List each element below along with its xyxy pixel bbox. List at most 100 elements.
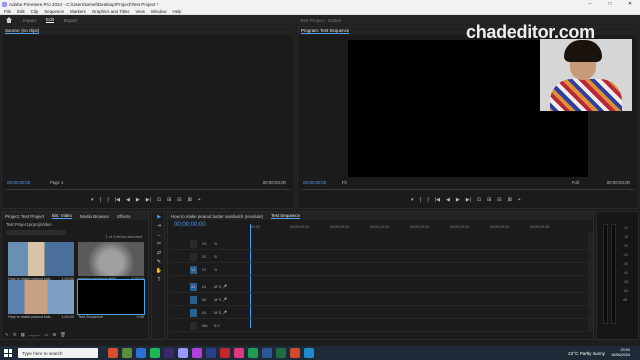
program-add-marker-icon[interactable]: ▾ [411,197,414,203]
program-export-frame-icon[interactable]: ⊟ [497,197,501,203]
weather-widget[interactable]: 22°C Partly sunny [568,351,605,356]
play-icon[interactable]: ▶ [136,197,140,203]
taskbar-app-icon[interactable] [164,348,174,358]
menu-clip[interactable]: Clip [31,9,39,14]
menu-window[interactable]: Window [151,9,167,14]
type-tool-icon[interactable]: T [154,276,164,284]
icon-view-icon[interactable]: ▦ [21,332,25,338]
menu-graphics[interactable]: Graphics and Titles [92,9,130,14]
taskbar-app-icon[interactable] [178,348,188,358]
timeline-timecode[interactable]: 00;00;00;00 [174,222,206,228]
taskbar-app-icon[interactable] [220,348,230,358]
taskbar-app-icon[interactable] [304,348,314,358]
list-view-icon[interactable]: ☰ [13,332,17,338]
razor-tool-icon[interactable]: ✂ [154,240,164,248]
program-monitor-tab[interactable]: Program: Test Sequence [301,28,350,34]
go-to-in-icon[interactable]: |◀ [115,197,120,203]
taskbar-app-icon[interactable] [290,348,300,358]
taskbar-app-icon[interactable] [136,348,146,358]
program-timecode-in[interactable]: 00;00;00;00 [303,180,326,185]
taskbar-app-icon[interactable] [206,348,216,358]
tab-project[interactable]: Project: Test Project [5,214,44,219]
mute-solo-mic-icons[interactable]: M S 🎤 [214,297,227,302]
eye-icon[interactable]: ⊙ [214,267,217,272]
timeline-ruler[interactable]: :00:00 00;00;04;29 00;00;09;29 00;00;14;… [250,225,590,231]
ripple-edit-tool-icon[interactable]: ↔ [154,231,164,239]
mark-in-icon[interactable]: { [100,197,102,203]
track-v3[interactable]: V3 ⊙ [170,238,590,250]
mix-volume[interactable]: 0.0 [214,323,220,328]
track-select-tool-icon[interactable]: ⇥ [154,222,164,230]
tab-export[interactable]: Export [64,18,77,23]
source-patch-v2[interactable] [190,252,197,261]
taskbar-app-icon[interactable] [248,348,258,358]
tab-bin-video[interactable]: Bin: Video [51,213,72,219]
menu-sequence[interactable]: Sequence [44,9,64,14]
tab-edit[interactable]: Edit [46,17,54,23]
overwrite-icon[interactable]: ⊞ [167,197,171,203]
write-protect-icon[interactable]: ✎ [5,332,9,338]
tab-import[interactable]: Import [23,18,36,23]
timeline-tab-clip[interactable]: How to make peanut butter sandwich (reso… [171,214,263,219]
eye-icon[interactable]: ⊙ [214,241,217,246]
new-bin-icon[interactable]: ▭ [44,332,48,338]
program-quality-select[interactable]: Full [572,180,579,185]
taskbar-app-icon[interactable] [234,348,244,358]
program-time-ruler[interactable] [302,187,634,190]
track-a3[interactable]: A3 M S 🎤 [170,307,590,319]
pen-tool-icon[interactable]: ✎ [154,258,164,266]
menu-help[interactable]: Help [173,9,182,14]
zoom-slider[interactable]: —○— [29,333,40,338]
source-patch-v3[interactable] [190,239,197,248]
program-step-back-icon[interactable]: ◀ [446,197,450,203]
menu-markers[interactable]: Markers [70,9,86,14]
program-mark-out-icon[interactable]: } [427,197,429,203]
home-icon[interactable] [5,17,13,23]
timeline-tab-sequence[interactable]: Test Sequence [271,213,301,219]
step-back-icon[interactable]: ◀ [126,197,130,203]
timeline-vertical-scrollbar[interactable] [588,232,593,332]
hand-tool-icon[interactable]: ✋ [154,267,164,275]
source-monitor-tab[interactable]: Source: (no clips) [5,28,40,34]
close-button[interactable]: ✕ [620,1,640,7]
taskbar-app-icon[interactable] [276,348,286,358]
mute-solo-mic-icons[interactable]: M S 🎤 [214,310,227,315]
insert-icon[interactable]: ⊡ [157,197,161,203]
source-timecode-in[interactable]: 00;00;00;00 [7,180,30,185]
source-patch-a3[interactable] [190,308,197,317]
selection-tool-icon[interactable]: ▶ [154,213,164,221]
windows-start-icon[interactable] [4,349,12,357]
program-go-to-out-icon[interactable]: ▶| [466,197,471,203]
program-add-button-icon[interactable]: + [518,197,521,203]
lift-icon[interactable]: ⊡ [477,197,481,203]
menu-file[interactable]: File [4,9,11,14]
comparison-view-icon[interactable]: ⊠ [508,197,512,203]
eye-icon[interactable]: ⊙ [214,254,217,259]
tab-media-browser[interactable]: Media Browser [80,214,109,219]
source-patch-a1[interactable]: A1 [190,282,197,291]
export-frame-icon[interactable]: ⊟ [177,197,181,203]
program-play-icon[interactable]: ▶ [456,197,460,203]
source-patch-v1[interactable]: V1 [190,265,197,274]
bin-search-input[interactable] [6,230,66,235]
program-fit-select[interactable]: Fit [342,180,347,185]
source-time-ruler[interactable] [6,187,290,190]
clip-thumbnail[interactable]: making sandwich.MP4 3:26:23 [78,242,144,281]
track-a1[interactable]: A1 A1 M S 🎤 [170,281,590,293]
menu-view[interactable]: View [135,9,144,14]
track-a2[interactable]: A2 M S 🎤 [170,294,590,306]
taskbar-app-icon[interactable] [150,348,160,358]
menu-edit[interactable]: Edit [17,9,25,14]
system-clock[interactable]: 20:01 15/06/2024 [611,348,630,358]
taskbar-app-icon[interactable] [262,348,272,358]
track-v1[interactable]: V1 V1 ⊙ [170,264,590,276]
clip-thumbnail[interactable]: How to make peanut butt... 1:34:00 [8,242,74,281]
program-mark-in-icon[interactable]: { [420,197,422,203]
track-v2[interactable]: V2 ⊙ [170,251,590,263]
delete-icon[interactable]: 🗑 [60,332,66,338]
program-go-to-in-icon[interactable]: |◀ [435,197,440,203]
taskbar-app-icon[interactable] [192,348,202,358]
taskbar-app-icon[interactable] [108,348,118,358]
maximize-button[interactable]: □ [600,1,620,7]
clip-thumbnail[interactable]: How to make peanut butt... 1:34:00 [8,280,74,319]
